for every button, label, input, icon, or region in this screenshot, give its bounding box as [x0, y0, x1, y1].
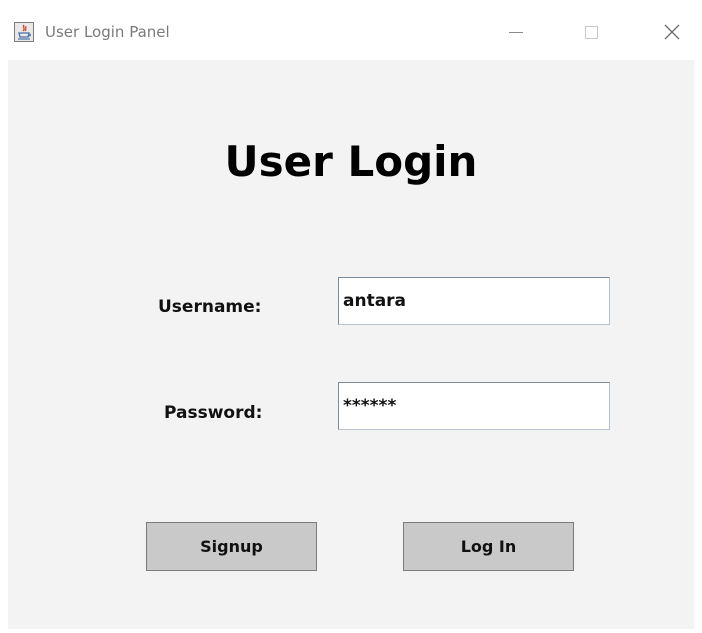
login-window: User Login Panel User Login Username: Pa…: [0, 0, 702, 633]
page-title: User Login: [224, 137, 478, 186]
maximize-icon: [584, 25, 598, 39]
minimize-icon: [509, 31, 523, 33]
password-label: Password:: [164, 403, 263, 423]
close-icon: [664, 24, 680, 40]
username-label: Username:: [158, 297, 262, 317]
signup-button[interactable]: Signup: [146, 522, 317, 571]
password-field[interactable]: [338, 382, 610, 430]
username-field[interactable]: [338, 277, 610, 325]
window-title: User Login Panel: [45, 23, 170, 41]
java-icon: [14, 22, 34, 42]
close-button[interactable]: [652, 14, 692, 50]
login-panel: User Login Username: Password: Signup Lo…: [8, 60, 694, 629]
maximize-button[interactable]: [571, 14, 611, 50]
title-bar[interactable]: User Login Panel: [0, 0, 702, 60]
minimize-button[interactable]: [496, 14, 536, 50]
login-button[interactable]: Log In: [403, 522, 574, 571]
